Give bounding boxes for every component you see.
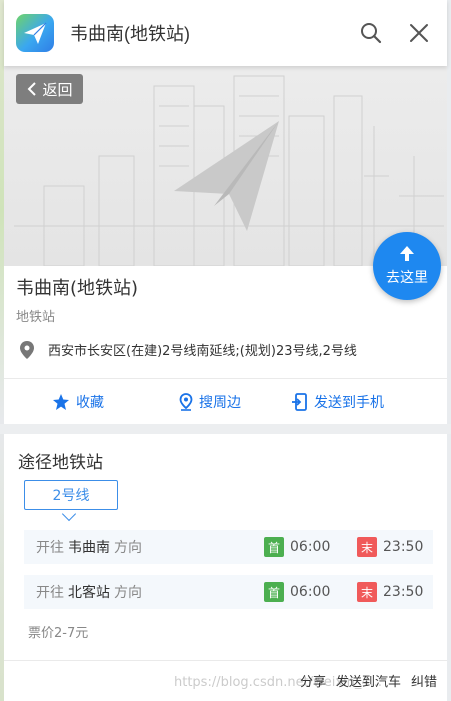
back-button[interactable]: 返回 <box>16 74 83 104</box>
back-label: 返回 <box>42 80 73 99</box>
search-query-text[interactable]: 韦曲南(地铁站) <box>70 20 190 46</box>
first-train-badge: 首 <box>264 582 284 602</box>
last-train-badge: 末 <box>357 582 377 602</box>
report-error-link[interactable]: 纠错 <box>411 671 437 690</box>
footer-bar: https://blog.csdn.net/weixin_4... 分享 发送到… <box>4 660 447 701</box>
last-train-time: 23:50 <box>383 539 424 555</box>
last-train: 末 23:50 <box>357 537 423 557</box>
first-train-badge: 首 <box>264 537 284 557</box>
action-bar: 收藏 搜周边 发送到手机 <box>4 384 447 420</box>
line-tab-2[interactable]: 2号线 <box>24 480 118 510</box>
address-text: 西安市长安区(在建)2号线南延线;(规划)23号线,2号线 <box>48 344 357 359</box>
last-train: 末 23:50 <box>357 582 423 602</box>
last-train-time: 23:50 <box>383 584 424 600</box>
section-gap <box>0 424 451 434</box>
go-here-label: 去这里 <box>386 270 428 286</box>
first-train-time: 06:00 <box>290 539 331 555</box>
first-train-time: 06:00 <box>290 584 331 600</box>
direction-station: 韦曲南 <box>68 540 110 556</box>
star-icon <box>53 394 69 410</box>
send-to-phone-button[interactable]: 发送到手机 <box>268 384 408 420</box>
divider <box>4 378 447 379</box>
nearby-search-button[interactable]: 搜周边 <box>152 384 268 420</box>
direction-station: 北客站 <box>68 585 110 601</box>
search-header: 韦曲南(地铁站) <box>4 0 447 66</box>
favorite-label: 收藏 <box>76 395 104 411</box>
share-link[interactable]: 分享 <box>300 671 326 690</box>
app-logo-icon <box>16 14 54 52</box>
poi-banner-image: 返回 <box>4 66 447 266</box>
chevron-left-icon <box>28 82 37 96</box>
lines-section-title: 途径地铁站 <box>18 453 103 473</box>
address-row: 西安市长安区(在建)2号线南延线;(规划)23号线,2号线 <box>20 340 357 359</box>
first-train: 首 06:00 <box>264 537 330 557</box>
nearby-pin-icon <box>179 393 193 411</box>
send-to-phone-label: 发送到手机 <box>314 395 384 411</box>
poi-name: 韦曲南(地铁站) <box>16 278 139 299</box>
direction-prefix: 开往 <box>36 540 64 556</box>
direction-suffix: 方向 <box>114 585 142 601</box>
favorite-button[interactable]: 收藏 <box>4 384 152 420</box>
poi-type: 地铁站 <box>16 310 56 325</box>
go-here-button[interactable]: 去这里 <box>373 232 441 300</box>
location-pin-icon <box>20 340 34 359</box>
direction-prefix: 开往 <box>36 585 64 601</box>
route-arrow-icon <box>400 246 414 261</box>
send-to-phone-icon <box>292 393 307 411</box>
last-train-badge: 末 <box>357 537 377 557</box>
nearby-label: 搜周边 <box>199 395 241 411</box>
direction-suffix: 方向 <box>114 540 142 556</box>
direction-row[interactable]: 开往 北客站 方向 首 06:00 末 23:50 <box>24 575 433 609</box>
close-button[interactable] <box>399 13 439 53</box>
search-button[interactable] <box>351 13 391 53</box>
direction-row[interactable]: 开往 韦曲南 方向 首 06:00 末 23:50 <box>24 530 433 564</box>
search-icon <box>361 23 382 44</box>
first-train: 首 06:00 <box>264 582 330 602</box>
send-to-car-link[interactable]: 发送到汽车 <box>336 671 401 690</box>
fare-text: 票价2-7元 <box>28 626 89 641</box>
close-icon <box>410 24 428 42</box>
